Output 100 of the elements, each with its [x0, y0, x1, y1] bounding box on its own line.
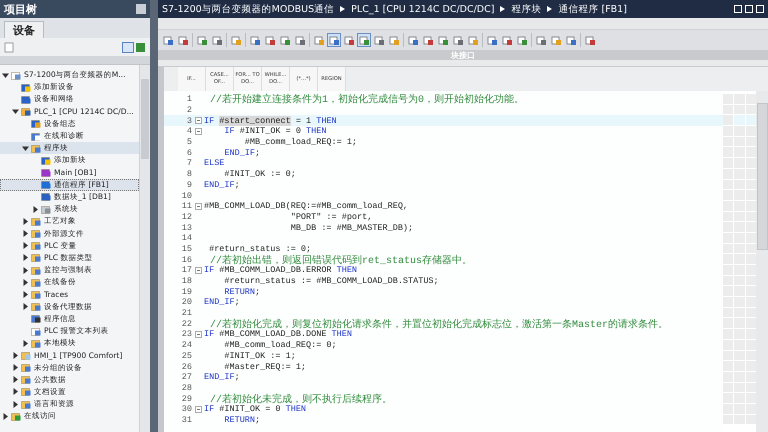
toolbar-icon[interactable] [422, 34, 434, 46]
line-number: 7 [186, 158, 192, 168]
toolbar-icon[interactable] [407, 34, 419, 46]
toolbar-icon[interactable] [328, 34, 340, 46]
toolbar-icon[interactable] [550, 34, 562, 46]
tree-node-icon [21, 94, 31, 104]
toolbar-icon[interactable] [294, 34, 306, 46]
devices-tab[interactable]: 设备 [4, 21, 44, 38]
breadcrumb-item[interactable]: 通信程序 [FB1] [558, 2, 627, 16]
scrollbar[interactable] [756, 91, 768, 432]
line-number: 29 [180, 394, 192, 404]
line-number: 11 [180, 201, 192, 212]
expand-arrow-icon[interactable] [22, 230, 29, 238]
code-comment: //若开始建立连接条件为1，初始化完成信号为0，则开始初始化功能。 [209, 92, 524, 106]
breadcrumb-item[interactable]: PLC_1 [CPU 1214C DC/DC/DC] [351, 4, 494, 14]
folder-icon [31, 229, 41, 238]
code-line: MB_DB := #MB_MASTER_DB); [290, 222, 414, 233]
code-line: IF #MB_COMM_LOAD_DB.DONE THEN [204, 329, 352, 340]
line-number: 26 [180, 362, 192, 372]
fold-toggle-icon[interactable] [194, 406, 202, 413]
expand-arrow-icon[interactable] [12, 400, 19, 408]
fold-toggle-icon[interactable] [194, 266, 202, 274]
expand-arrow-icon[interactable] [12, 388, 19, 396]
toolbar-icon[interactable] [196, 34, 208, 46]
breadcrumb-item[interactable]: 程序块 [511, 2, 542, 16]
expand-arrow-icon[interactable] [22, 218, 29, 225]
toolbar-icon[interactable] [535, 34, 547, 46]
code-line: #return_status := 0; [208, 244, 312, 254]
expand-arrow-icon[interactable] [22, 340, 29, 347]
folder-icon [21, 387, 31, 396]
toolbar-icon[interactable] [584, 34, 596, 46]
folder-icon [31, 216, 41, 226]
toolbar-icon[interactable] [501, 34, 513, 46]
toolbar-icon[interactable] [211, 34, 223, 46]
toolbar-icon[interactable] [373, 34, 385, 46]
toolbar-icon[interactable] [313, 34, 325, 46]
expand-arrow-icon[interactable] [22, 266, 29, 274]
tree-node-icon [41, 192, 51, 202]
view-toggle-icon[interactable] [122, 42, 146, 52]
toolbar-icon[interactable] [230, 34, 242, 46]
folder-icon [21, 375, 31, 384]
folder-icon [31, 302, 41, 312]
collapse-arrow-icon[interactable] [2, 72, 9, 79]
toolbar-icon[interactable] [264, 34, 276, 46]
toolbar-icon[interactable] [249, 34, 261, 46]
toolbar-icon[interactable] [343, 34, 355, 46]
code-comment: //若初始出错，则返回错误代码到ret_status存储器中。 [210, 254, 472, 267]
toolbar-icon[interactable] [388, 34, 400, 46]
code-line: IF #MB_COMM_LOAD_DB.ERROR THEN [204, 265, 358, 276]
line-number: 3 [186, 116, 192, 126]
code-line: ELSE [204, 158, 224, 168]
fold-toggle-icon[interactable] [194, 117, 202, 124]
folder-icon [31, 290, 41, 299]
code-editor[interactable] [164, 91, 723, 432]
restore-button[interactable] [745, 5, 753, 13]
tree-node-icon [21, 107, 31, 116]
toolbar-icon[interactable] [437, 34, 449, 46]
code-line: #MB_comm_load_REQ:= 0; [223, 340, 337, 350]
expand-arrow-icon[interactable] [22, 303, 29, 310]
expand-arrow-icon[interactable] [12, 376, 19, 384]
collapse-arrow-icon[interactable] [22, 144, 29, 152]
fold-toggle-icon[interactable] [194, 128, 202, 135]
fold-toggle-icon[interactable] [194, 330, 202, 338]
minimize-button[interactable] [734, 5, 742, 13]
code-line: #INIT_OK := 0; [223, 169, 296, 180]
expand-arrow-icon[interactable] [32, 206, 39, 213]
expand-arrow-icon[interactable] [22, 242, 29, 250]
toolbar-icon[interactable] [177, 34, 189, 46]
toolbar-icon[interactable] [486, 34, 498, 46]
tree-node-icon [31, 119, 41, 128]
line-number: 17 [180, 265, 192, 276]
chevron-icon [500, 6, 506, 12]
toolbar-icon[interactable] [516, 34, 528, 46]
toolbar-icon[interactable] [279, 34, 291, 46]
maximize-button[interactable] [756, 5, 764, 13]
code-line: #MB_COMM_LOAD_DB(REQ:=#MB_comm_load_REQ, [204, 201, 408, 212]
line-number: 5 [186, 137, 192, 148]
expand-arrow-icon[interactable] [12, 352, 19, 359]
tree-node-icon [31, 314, 41, 324]
folder-icon [41, 204, 51, 214]
expand-arrow-icon[interactable] [2, 412, 9, 420]
expand-arrow-icon[interactable] [22, 290, 29, 298]
expand-arrow-icon[interactable] [22, 254, 29, 262]
line-number: 31 [180, 414, 192, 425]
toolbar-icon[interactable] [358, 34, 370, 46]
tree-node-icon [41, 180, 51, 190]
toolbar-icon[interactable] [565, 34, 577, 46]
breadcrumb-item[interactable]: S7-1200与两台变频器的MODBUS通信 [162, 2, 334, 16]
expand-arrow-icon[interactable] [22, 278, 29, 286]
line-number: 4 [186, 126, 192, 136]
code-line: #INIT_OK := 1; [223, 350, 296, 361]
document-icon[interactable] [4, 42, 15, 52]
scrollbar[interactable] [139, 65, 150, 432]
code-line: "PORT" := #port, [290, 212, 372, 222]
expand-arrow-icon[interactable] [12, 364, 19, 372]
toolbar-icon[interactable] [162, 34, 174, 46]
fold-toggle-icon[interactable] [194, 202, 202, 210]
toolbar-icon[interactable] [467, 34, 479, 46]
collapse-arrow-icon[interactable] [12, 108, 19, 116]
toolbar-icon[interactable] [452, 34, 464, 46]
